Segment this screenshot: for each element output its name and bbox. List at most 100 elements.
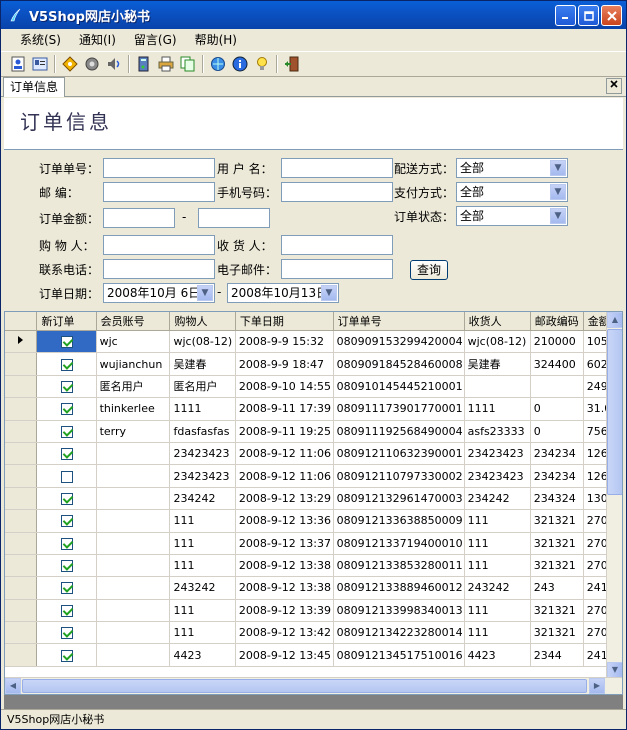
chevron-down-icon[interactable]: ▼: [197, 285, 213, 301]
new-order-cell[interactable]: [36, 554, 97, 578]
new-order-checkbox[interactable]: [60, 649, 73, 662]
cell-order[interactable]: 080909184528460008: [333, 352, 465, 376]
horizontal-scroll-thumb[interactable]: [22, 679, 587, 693]
splitter[interactable]: [4, 695, 623, 709]
cell-member[interactable]: wujianchun: [96, 352, 171, 376]
table-row[interactable]: 111 2008-9-12 13:36 080912133638850009 111 3…: [5, 509, 622, 533]
new-order-checkbox[interactable]: [60, 358, 73, 371]
table-row[interactable]: 111 2008-9-12 13:38 080912133853280011 111 3…: [5, 554, 622, 578]
new-order-checkbox[interactable]: [60, 425, 73, 438]
cell-buyer[interactable]: 243242: [169, 576, 236, 600]
row-header[interactable]: [5, 554, 38, 578]
table-row[interactable]: wujianchun 吴建春 2008-9-9 18:47 0809091845284…: [5, 352, 622, 376]
row-header[interactable]: [5, 621, 38, 645]
cell-buyer[interactable]: 23423423: [169, 442, 236, 466]
cell-zip[interactable]: 321321: [530, 532, 584, 555]
cell-order[interactable]: 080912133998340013: [333, 599, 465, 623]
new-order-cell[interactable]: [36, 442, 97, 466]
table-row[interactable]: wjc wjc(08-12) 2008-9-9 15:32 0809091532994…: [5, 330, 622, 354]
cell-receiver[interactable]: 243242: [464, 576, 531, 600]
cell-member[interactable]: [96, 576, 171, 600]
cell-receiver[interactable]: 111: [464, 554, 531, 578]
cell-date[interactable]: 2008-9-12 11:06: [235, 442, 334, 466]
tab-close-button[interactable]: [606, 78, 622, 94]
new-order-cell[interactable]: [36, 397, 97, 421]
table-row[interactable]: 111 2008-9-12 13:37 080912133719400010 111 3…: [5, 532, 622, 555]
cell-zip[interactable]: 234234: [530, 464, 584, 488]
new-order-cell[interactable]: [36, 330, 97, 354]
close-window-button[interactable]: [601, 5, 622, 26]
cell-zip[interactable]: 234234: [530, 442, 584, 466]
amount-max-input[interactable]: [198, 208, 270, 228]
cell-member[interactable]: [96, 621, 171, 645]
col-header[interactable]: 邮政编码: [530, 312, 584, 331]
new-order-checkbox[interactable]: [60, 515, 73, 528]
row-header[interactable]: [5, 397, 38, 421]
cell-receiver[interactable]: 吴建春: [464, 352, 531, 376]
row-header[interactable]: [5, 509, 38, 533]
title-bar[interactable]: V5Shop网店小秘书: [1, 1, 626, 29]
cell-date[interactable]: 2008-9-12 11:06: [235, 464, 334, 488]
cell-receiver[interactable]: 234242: [464, 487, 531, 511]
cell-date[interactable]: 2008-9-10 14:55: [235, 375, 334, 399]
new-order-cell[interactable]: [36, 599, 97, 623]
row-header[interactable]: [5, 643, 38, 667]
cell-date[interactable]: 2008-9-12 13:37: [235, 532, 334, 555]
menu-message[interactable]: 留言(G): [125, 29, 186, 51]
row-header[interactable]: [5, 420, 38, 443]
col-header[interactable]: 新订单: [36, 312, 97, 331]
new-order-checkbox[interactable]: [60, 380, 73, 393]
chevron-down-icon[interactable]: ▼: [550, 160, 566, 176]
table-row[interactable]: 匿名用户 匿名用户 2008-9-10 14:55 08091014544521000…: [5, 375, 622, 399]
table-row[interactable]: 111 2008-9-12 13:42 080912134223280014 111 3…: [5, 621, 622, 645]
cell-member[interactable]: [96, 464, 171, 488]
speaker-icon[interactable]: [103, 53, 125, 75]
cell-zip[interactable]: 321321: [530, 554, 584, 578]
exit-door-icon[interactable]: [281, 53, 303, 75]
mobile-input[interactable]: [281, 182, 393, 202]
cell-buyer[interactable]: 23423423: [169, 464, 236, 488]
cell-date[interactable]: 2008-9-12 13:42: [235, 621, 334, 645]
cell-zip[interactable]: 321321: [530, 621, 584, 645]
table-row[interactable]: 23423423 2008-9-12 11:06 08091211063239000…: [5, 442, 622, 466]
amount-min-input[interactable]: [103, 208, 175, 228]
cell-zip[interactable]: 0: [530, 420, 584, 443]
horizontal-scrollbar[interactable]: ◀ ▶: [5, 677, 622, 694]
col-header[interactable]: 会员账号: [96, 312, 171, 331]
cell-date[interactable]: 2008-9-11 19:25: [235, 420, 334, 443]
new-order-cell[interactable]: [36, 420, 97, 443]
cell-member[interactable]: terry: [96, 420, 171, 443]
cell-date[interactable]: 2008-9-11 17:39: [235, 397, 334, 421]
cell-zip[interactable]: 321321: [530, 509, 584, 533]
cell-member[interactable]: [96, 509, 171, 533]
cell-order[interactable]: 080912110797330002: [333, 464, 465, 488]
cell-zip[interactable]: [530, 375, 584, 399]
email-input[interactable]: [281, 259, 393, 279]
cell-order[interactable]: 080912133853280011: [333, 554, 465, 578]
cell-receiver[interactable]: 111: [464, 599, 531, 623]
maximize-button[interactable]: [578, 5, 599, 26]
cell-date[interactable]: 2008-9-12 13:36: [235, 509, 334, 533]
cell-order[interactable]: 080912110632390001: [333, 442, 465, 466]
cell-zip[interactable]: 324400: [530, 352, 584, 376]
col-header[interactable]: 收货人: [464, 312, 531, 331]
new-order-cell[interactable]: [36, 643, 97, 667]
col-header[interactable]: 购物人: [169, 312, 236, 331]
row-header[interactable]: [5, 576, 38, 600]
table-row[interactable]: 234242 2008-9-12 13:29 080912132961470003 2…: [5, 487, 622, 511]
cell-buyer[interactable]: 111: [169, 509, 236, 533]
cell-member[interactable]: [96, 487, 171, 511]
cell-receiver[interactable]: [464, 375, 531, 399]
new-order-checkbox[interactable]: [60, 403, 73, 416]
cell-date[interactable]: 2008-9-12 13:45: [235, 643, 334, 667]
table-row[interactable]: 23423423 2008-9-12 11:06 08091211079733000…: [5, 464, 622, 488]
cell-date[interactable]: 2008-9-12 13:39: [235, 599, 334, 623]
contact-card-icon[interactable]: [29, 53, 51, 75]
cell-date[interactable]: 2008-9-9 18:47: [235, 352, 334, 376]
cell-member[interactable]: [96, 532, 171, 555]
cell-member[interactable]: [96, 442, 171, 466]
cell-zip[interactable]: 243: [530, 576, 584, 600]
new-order-checkbox[interactable]: [60, 470, 73, 483]
scroll-down-icon[interactable]: ▼: [607, 662, 622, 678]
cell-member[interactable]: thinkerlee: [96, 397, 171, 421]
